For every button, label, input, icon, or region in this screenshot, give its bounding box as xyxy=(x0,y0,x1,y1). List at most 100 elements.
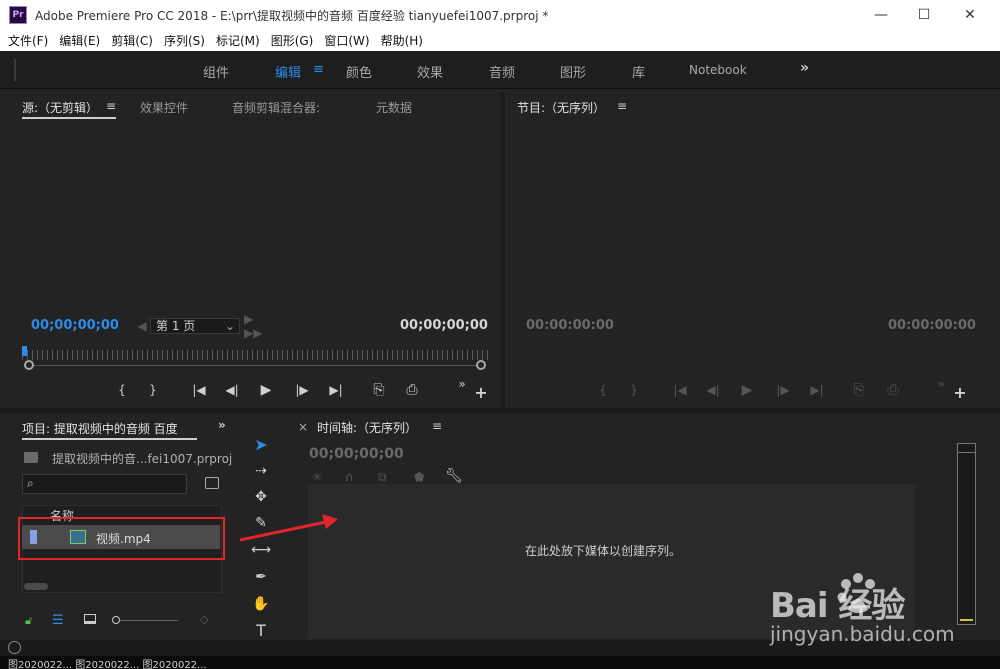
mark-out-button[interactable]: } xyxy=(144,382,162,398)
workspace-graphics[interactable]: 图形 xyxy=(560,62,586,81)
workspace-notebook[interactable]: Notebook xyxy=(689,63,747,77)
tab-effect-controls[interactable]: 效果控件 xyxy=(140,99,188,116)
overwrite-button[interactable]: ⎙ xyxy=(403,382,421,398)
program-menu-icon[interactable]: ≡ xyxy=(617,99,627,113)
workspace-menu-icon[interactable]: ≡ xyxy=(313,62,324,77)
project-more-button[interactable]: » xyxy=(218,418,226,432)
program-step-back-button[interactable]: ◀| xyxy=(704,382,722,398)
program-add-button-icon[interactable]: + xyxy=(951,383,969,402)
source-time-ruler[interactable] xyxy=(22,350,488,360)
pen-tool-icon[interactable]: ✒ xyxy=(250,566,272,588)
lock-icon[interactable]: 🔓︎ xyxy=(25,614,32,628)
step-back-button[interactable]: ◀| xyxy=(223,382,241,398)
workspace-libraries[interactable]: 库 xyxy=(632,62,645,81)
zoom-slider-handle[interactable] xyxy=(112,616,120,624)
go-to-in-button[interactable]: |◀ xyxy=(190,382,208,398)
tab-program[interactable]: 节目:（无序列） xyxy=(517,99,605,116)
workspace-effects[interactable]: 效果 xyxy=(417,62,443,81)
program-mark-out-button[interactable]: } xyxy=(625,382,643,398)
program-monitor-panel xyxy=(505,92,1000,408)
minimize-button[interactable]: — xyxy=(858,0,904,30)
lift-button[interactable]: ⎘ xyxy=(850,382,868,398)
program-more-button[interactable]: » xyxy=(932,376,950,392)
add-marker-icon[interactable]: ⬟ xyxy=(414,470,424,484)
menu-graphics[interactable]: 图形(G) xyxy=(271,32,314,49)
workspace-color[interactable]: 颜色 xyxy=(346,62,372,81)
tab-project[interactable]: 项目: 提取视频中的音频 百度 xyxy=(22,420,178,437)
project-file-name: 提取视频中的音...fei1007.prproj xyxy=(52,452,233,466)
menu-markers[interactable]: 标记(M) xyxy=(216,32,260,49)
sort-icon[interactable]: ◇ xyxy=(200,613,208,626)
transport-more-button[interactable]: » xyxy=(453,376,471,392)
project-tab-underline xyxy=(22,438,197,440)
workspace-more-button[interactable]: » xyxy=(800,60,809,76)
menu-bar: 文件(F) 编辑(E) 剪辑(C) 序列(S) 标记(M) 图形(G) 窗口(W… xyxy=(0,30,1000,51)
creative-cloud-icon[interactable] xyxy=(8,641,21,654)
project-scrollbar[interactable] xyxy=(24,583,48,590)
source-timecode-duration: 00;00;00;00 xyxy=(400,318,488,333)
tab-source[interactable]: 源:（无剪辑） xyxy=(22,99,98,116)
search-icon: ⌕ xyxy=(27,476,34,490)
workspace-editing[interactable]: 编辑 xyxy=(275,62,301,81)
program-go-to-in-button[interactable]: |◀ xyxy=(671,382,689,398)
program-go-to-out-button[interactable]: ▶| xyxy=(808,382,826,398)
zoom-slider-track[interactable] xyxy=(120,620,178,621)
close-button[interactable]: ✕ xyxy=(947,0,993,30)
grip-handle[interactable] xyxy=(14,59,16,81)
menu-clip[interactable]: 剪辑(C) xyxy=(111,32,153,49)
source-timecode-current[interactable]: 00;00;00;00 xyxy=(31,318,119,333)
type-tool-icon[interactable]: T xyxy=(250,619,272,641)
source-zoom-scrollbar[interactable] xyxy=(30,365,480,366)
step-forward-button[interactable]: |▶ xyxy=(293,382,311,398)
menu-help[interactable]: 帮助(H) xyxy=(381,32,423,49)
workspace-assembly[interactable]: 组件 xyxy=(203,62,229,81)
program-mark-in-button[interactable]: { xyxy=(594,382,612,398)
source-monitor-panel xyxy=(12,92,501,408)
project-search-input[interactable]: ⌕ xyxy=(22,474,187,494)
menu-window[interactable]: 窗口(W) xyxy=(324,32,369,49)
annotation-arrow-icon xyxy=(239,514,338,542)
zoom-handle-left[interactable] xyxy=(24,360,34,370)
add-button-icon[interactable]: + xyxy=(472,383,490,402)
list-view-icon[interactable]: ☰ xyxy=(52,613,64,628)
source-menu-icon[interactable]: ≡ xyxy=(106,99,116,113)
maximize-button[interactable]: ☐ xyxy=(901,0,947,30)
page-selector-dropdown[interactable]: 第 1 页 ⌄ xyxy=(150,318,240,334)
linked-selection-icon[interactable]: ⧉ xyxy=(378,470,387,485)
program-step-forward-button[interactable]: |▶ xyxy=(774,382,792,398)
page-prev-icon[interactable]: ◀ xyxy=(133,318,151,334)
workspace-audio[interactable]: 音频 xyxy=(489,62,515,81)
ripple-edit-tool-icon[interactable]: ✥ xyxy=(250,486,272,508)
tab-timeline[interactable]: 时间轴:（无序列） xyxy=(317,419,417,436)
window-title: Adobe Premiere Pro CC 2018 - E:\prr\提取视频… xyxy=(35,8,549,23)
go-to-out-button[interactable]: ▶| xyxy=(327,382,345,398)
mark-in-button[interactable]: { xyxy=(113,382,131,398)
watermark-url: jingyan.baidu.com xyxy=(770,622,955,646)
program-play-button[interactable]: ▶ xyxy=(738,382,756,398)
selection-tool-icon[interactable]: ➤ xyxy=(250,433,272,455)
extract-button[interactable]: ⎙ xyxy=(884,382,902,398)
tab-audio-clip-mixer[interactable]: 音频剪辑混合器: xyxy=(232,99,320,116)
icon-view-icon[interactable] xyxy=(84,614,96,624)
play-button[interactable]: ▶ xyxy=(257,382,275,398)
menu-sequence[interactable]: 序列(S) xyxy=(164,32,205,49)
nest-icon[interactable]: ✳ xyxy=(312,470,322,484)
track-select-tool-icon[interactable]: ⇢ xyxy=(250,460,272,482)
page-next-icon[interactable]: ▶ ▶▶ xyxy=(244,312,268,340)
insert-button[interactable]: ⎘ xyxy=(370,382,388,398)
program-timecode-current[interactable]: 00:00:00:00 xyxy=(526,318,614,333)
menu-file[interactable]: 文件(F) xyxy=(8,32,48,49)
timeline-close-icon[interactable]: × xyxy=(298,420,308,434)
zoom-handle-right[interactable] xyxy=(476,360,486,370)
wrench-icon[interactable]: 🔧︎ xyxy=(445,468,463,484)
hand-tool-icon[interactable]: ✋ xyxy=(250,593,272,615)
timeline-menu-icon[interactable]: ≡ xyxy=(432,419,442,433)
tab-metadata[interactable]: 元数据 xyxy=(376,99,412,116)
new-bin-icon[interactable] xyxy=(205,477,219,489)
menu-edit[interactable]: 编辑(E) xyxy=(59,32,100,49)
timeline-timecode[interactable]: 00;00;00;00 xyxy=(309,446,404,462)
playhead-marker[interactable] xyxy=(22,346,27,356)
snap-icon[interactable]: ∩ xyxy=(345,470,354,484)
taskbar-items[interactable]: 图2020022... 图2020022... 图2020022... xyxy=(8,656,207,669)
chevron-down-icon: ⌄ xyxy=(224,319,235,333)
